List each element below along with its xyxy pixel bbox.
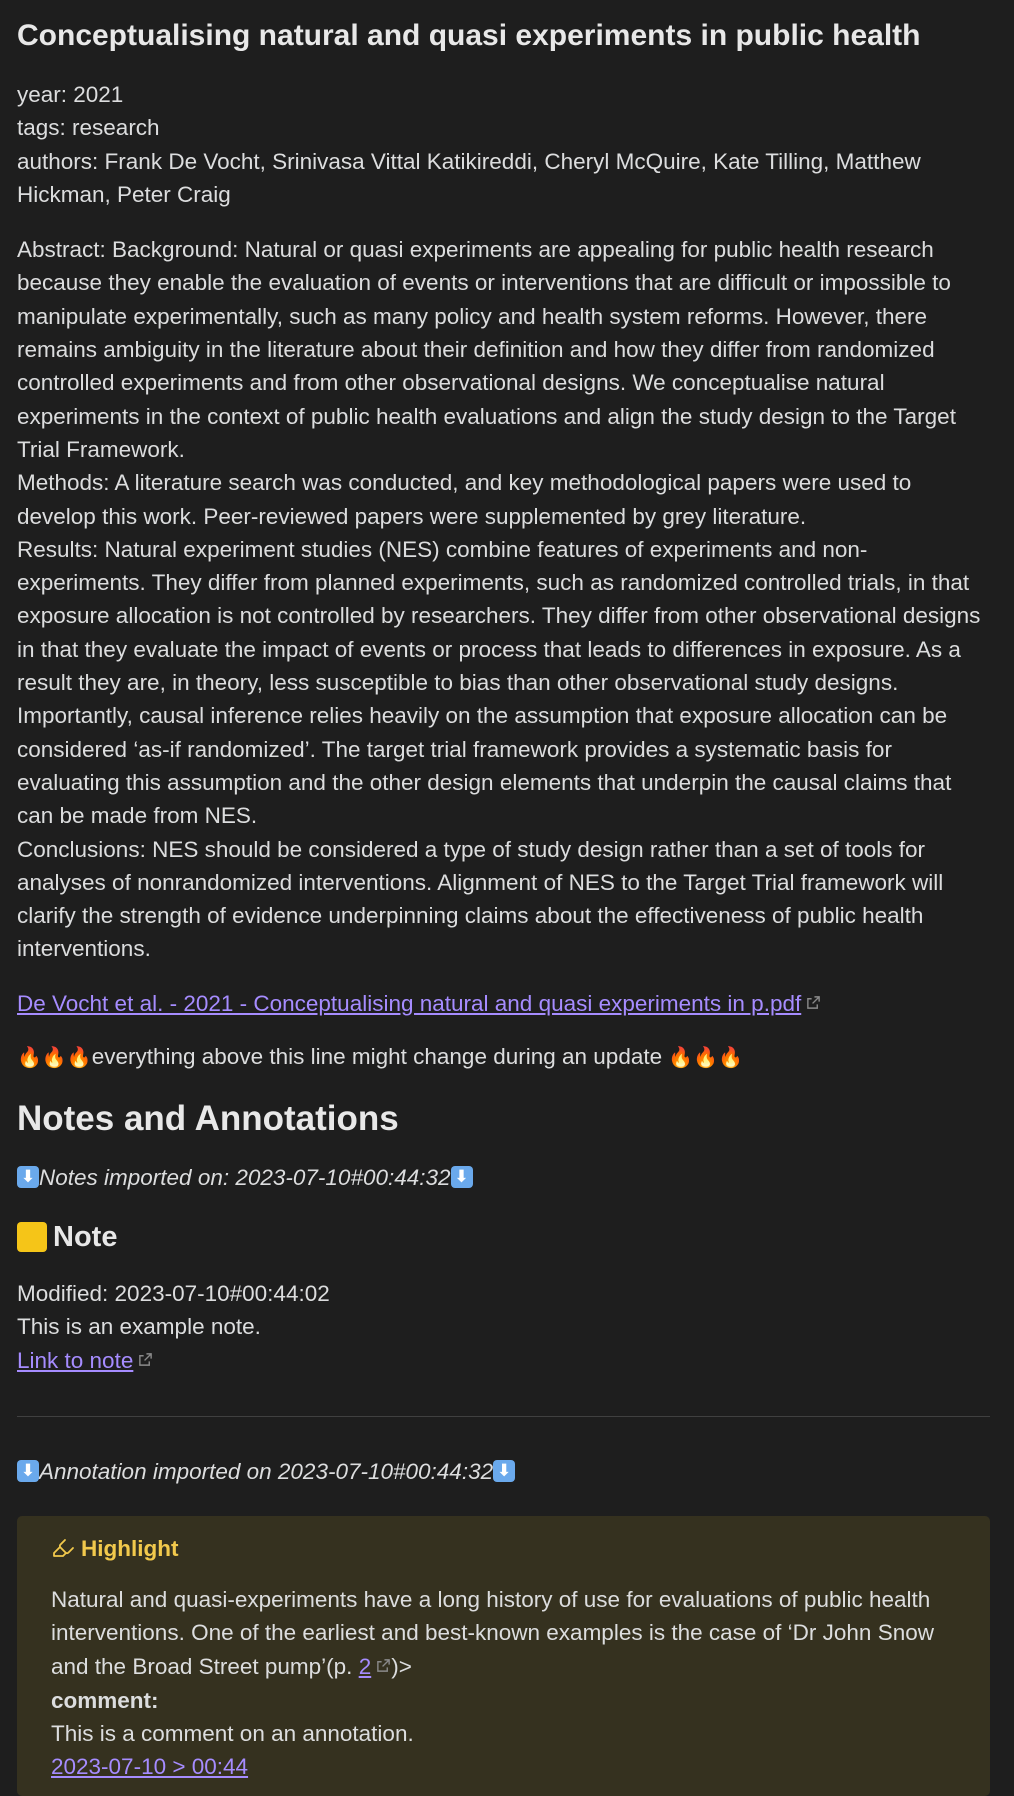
page-title: Conceptualising natural and quasi experi…: [17, 19, 921, 52]
external-link-icon: [138, 1343, 153, 1367]
annotation-imported-line: ⬇ Annotation imported on 2023-07-10#00:44…: [17, 1455, 990, 1488]
external-link-icon: [376, 1649, 391, 1673]
property-authors: authors: Frank De Vocht, Srinivasa Vitta…: [17, 148, 921, 207]
fire-emoji-icon: 🔥🔥🔥: [668, 1047, 744, 1070]
note-link-line: Link to note: [17, 1343, 990, 1377]
highlighter-icon: [53, 1539, 74, 1558]
note-modified: Modified: 2023-07-10#00:44:02: [17, 1280, 330, 1306]
abstract: Abstract: Background: Natural or quasi e…: [17, 233, 990, 966]
abstract-methods: Methods: A literature search was conduct…: [17, 470, 912, 529]
link-to-note[interactable]: Link to note: [17, 1348, 133, 1373]
property-tags: tags: research: [17, 115, 160, 141]
abstract-conclusions: Conclusions: NES should be considered a …: [17, 836, 944, 962]
pdf-link-line: De Vocht et al. - 2021 - Conceptualising…: [17, 986, 990, 1020]
fire-emoji-icon: 🔥🔥🔥: [17, 1047, 92, 1070]
date-link-line: 2023-07-10 > 00:44: [51, 1750, 956, 1783]
highlight-callout: Highlight Natural and quasi-experiments …: [17, 1515, 990, 1796]
note-heading: Note: [17, 1217, 990, 1257]
abstract-background: Abstract: Background: Natural or quasi e…: [17, 237, 956, 462]
pdf-link[interactable]: De Vocht et al. - 2021 - Conceptualising…: [17, 991, 801, 1016]
page-link[interactable]: 2: [359, 1654, 372, 1679]
down-arrow-emoji-icon: ⬇: [17, 1459, 39, 1482]
note-body: This is an example note.: [17, 1313, 261, 1339]
down-arrow-emoji-icon: ⬇: [17, 1166, 39, 1189]
properties: year: 2021 tags: research authors: Frank…: [17, 78, 990, 211]
notes-imported-text: Notes imported on: 2023-07-10#00:44:32: [39, 1165, 451, 1191]
annotation-date-link[interactable]: 2023-07-10 > 00:44: [51, 1754, 248, 1779]
comment-label: comment:: [51, 1687, 159, 1713]
highlight-text-after: )>: [391, 1654, 412, 1680]
highlight-text-line: Natural and quasi-experiments have a lon…: [51, 1583, 956, 1684]
down-arrow-emoji-icon: ⬇: [493, 1459, 516, 1482]
external-link-icon: [806, 986, 821, 1009]
annotation-imported-text: Annotation imported on 2023-07-10#00:44:…: [39, 1458, 494, 1484]
yellow-square-emoji-icon: [17, 1221, 47, 1252]
divider: [17, 1415, 990, 1417]
callout-title: Highlight: [51, 1532, 956, 1565]
notes-heading: Notes and Annotations: [17, 1099, 399, 1139]
update-warning-text: everything above this line might change …: [91, 1044, 669, 1070]
comment-text: This is a comment on an annotation.: [51, 1720, 414, 1746]
update-warning: 🔥🔥🔥everything above this line might chan…: [17, 1040, 990, 1075]
note-heading-text: Note: [53, 1220, 118, 1253]
highlight-text: Natural and quasi-experiments have a lon…: [51, 1586, 934, 1680]
notes-imported-line: ⬇ Notes imported on: 2023-07-10#00:44:32 ⬇: [17, 1161, 990, 1194]
callout-title-text: Highlight: [81, 1535, 179, 1561]
note-page: Conceptualising natural and quasi experi…: [0, 0, 1014, 1796]
callout-body: Natural and quasi-experiments have a lon…: [51, 1583, 956, 1784]
property-year: year: 2021: [17, 82, 124, 107]
abstract-results: Results: Natural experiment studies (NES…: [17, 536, 981, 829]
down-arrow-emoji-icon: ⬇: [450, 1166, 473, 1189]
